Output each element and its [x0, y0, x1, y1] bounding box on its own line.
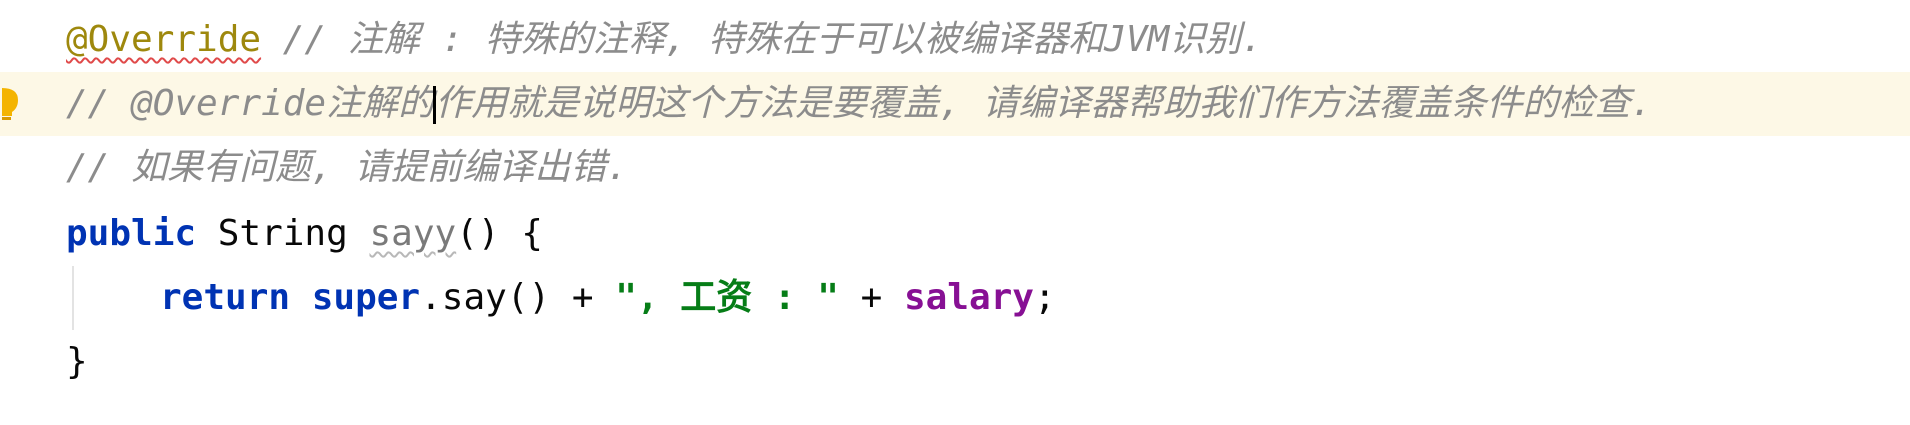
code-editor[interactable]: @Override // 注解 : 特殊的注释, 特殊在于可以被编译器和JVM识…: [0, 0, 1910, 425]
method-signature-tail: () {: [456, 213, 543, 254]
type-string[interactable]: String: [218, 213, 348, 254]
plus-operator: +: [838, 277, 904, 318]
code-line-return[interactable]: return super.say() + ", 工资 : " + salary;: [0, 266, 1910, 330]
comment-text: // 如果有问题, 请提前编译出错.: [66, 147, 629, 188]
comment-text: 作用就是说明这个方法是要覆盖, 请编译器帮助我们作方法覆盖条件的检查.: [435, 83, 1653, 124]
code-line-content: // 如果有问题, 请提前编译出错.: [66, 136, 628, 200]
keyword-public: public: [66, 213, 197, 254]
method-call-say[interactable]: .say() +: [420, 277, 615, 318]
override-annotation[interactable]: @Override: [66, 19, 261, 60]
keyword-return: return: [160, 277, 291, 318]
method-name-sayy[interactable]: sayy: [369, 213, 456, 254]
code-line-content: @Override // 注解 : 特殊的注释, 特殊在于可以被编译器和JVM识…: [66, 8, 1263, 72]
closing-brace: }: [66, 341, 88, 382]
code-line-content: // @Override注解的作用就是说明这个方法是要覆盖, 请编译器帮助我们作…: [66, 72, 1652, 136]
code-line-content: return super.say() + ", 工资 : " + salary;: [160, 266, 1056, 330]
code-line-comment[interactable]: // 如果有问题, 请提前编译出错.: [0, 136, 1910, 200]
code-line-method-signature[interactable]: public String sayy() {: [0, 202, 1910, 266]
code-line-current[interactable]: // @Override注解的作用就是说明这个方法是要覆盖, 请编译器帮助我们作…: [0, 72, 1910, 136]
comment-text: // 注解 : 特殊的注释, 特殊在于可以被编译器和JVM识别.: [261, 19, 1263, 60]
keyword-super[interactable]: super: [312, 277, 420, 318]
code-line-annotation[interactable]: @Override // 注解 : 特殊的注释, 特殊在于可以被编译器和JVM识…: [0, 8, 1910, 72]
comment-text: // @Override注解的: [66, 83, 435, 124]
semicolon: ;: [1033, 277, 1056, 318]
code-line-content: public String sayy() {: [66, 202, 543, 266]
field-salary[interactable]: salary: [904, 277, 1034, 318]
string-literal: ", 工资 : ": [615, 277, 839, 318]
code-line-content: }: [66, 330, 88, 394]
lightbulb-icon[interactable]: [0, 86, 22, 122]
code-line-closing-brace[interactable]: }: [0, 330, 1910, 394]
